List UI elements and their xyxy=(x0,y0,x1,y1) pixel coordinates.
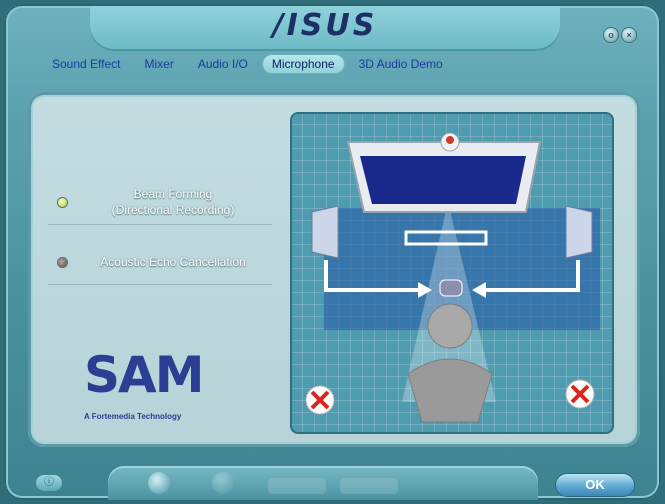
echo-cancellation-option[interactable]: Acoustic Echo Cancellation xyxy=(48,240,272,285)
sam-logo: SAM xyxy=(84,346,204,404)
webcam-led-icon xyxy=(446,136,454,144)
radio-off-icon[interactable] xyxy=(58,257,67,267)
beam-forming-illustration xyxy=(305,132,600,423)
echo-cancellation-label: Acoustic Echo Cancellation xyxy=(100,255,246,269)
left-speaker-icon xyxy=(311,205,339,259)
tab-audio-io[interactable]: Audio I/O xyxy=(188,54,258,74)
config-icon[interactable] xyxy=(148,472,170,494)
sam-caption: A Fortemedia Technology xyxy=(84,412,182,421)
tab-mixer[interactable]: Mixer xyxy=(135,54,184,74)
close-button[interactable]: × xyxy=(622,28,636,42)
footer-slot xyxy=(268,478,326,494)
tab-sound-effect[interactable]: Sound Effect xyxy=(42,54,131,74)
ok-button[interactable]: OK xyxy=(556,474,634,496)
tab-bar: Sound Effect Mixer Audio I/O Microphone … xyxy=(42,52,582,76)
beam-forming-option[interactable]: Beam Forming (Directional Recording) xyxy=(48,180,272,225)
beam-forming-demo xyxy=(290,112,614,434)
tab-microphone[interactable]: Microphone xyxy=(261,54,345,74)
beam-forming-title: Beam Forming xyxy=(133,187,213,201)
info-icon[interactable]: ⓘ xyxy=(36,475,62,491)
radio-on-icon[interactable] xyxy=(58,197,67,207)
right-speaker-icon xyxy=(565,205,593,259)
user-body-icon xyxy=(407,358,493,423)
user-head-icon xyxy=(427,303,473,349)
footer-slot xyxy=(340,478,398,494)
monitor-screen-icon xyxy=(360,156,526,204)
tab-3d-audio-demo[interactable]: 3D Audio Demo xyxy=(349,54,453,74)
asus-logo: /ISUS xyxy=(272,8,378,43)
microphone-icon xyxy=(439,279,463,297)
beam-forming-label: Beam Forming (Directional Recording) xyxy=(78,186,268,218)
minimize-button[interactable]: o xyxy=(604,28,618,42)
headphone-icon[interactable] xyxy=(212,472,234,494)
beam-forming-subtitle: (Directional Recording) xyxy=(111,203,235,217)
